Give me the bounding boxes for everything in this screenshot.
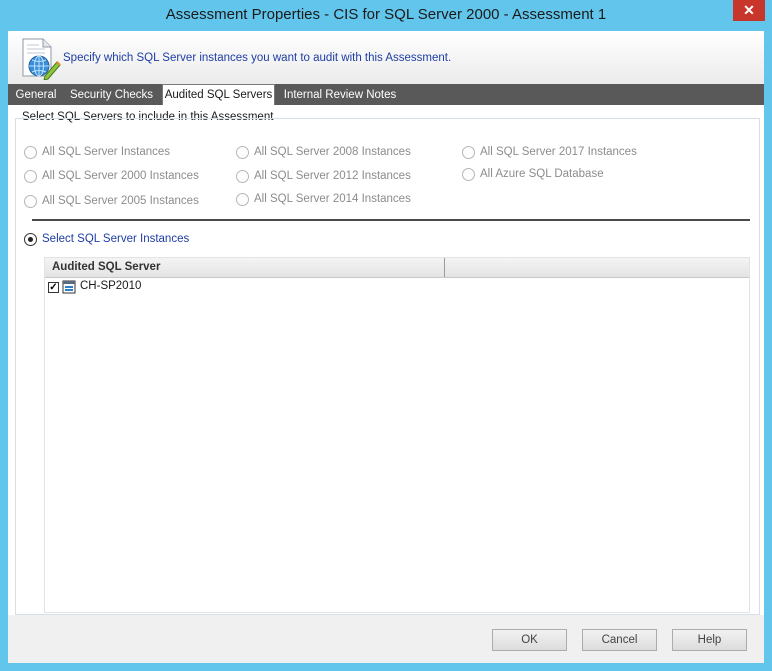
header-band: Specify which SQL Server instances you w… <box>8 31 764 84</box>
section-divider <box>32 219 750 221</box>
window-title: Assessment Properties - CIS for SQL Serv… <box>165 6 607 23</box>
radio-all-2012[interactable] <box>236 170 249 183</box>
radio-all-2000-label: All SQL Server 2000 Instances <box>42 170 199 182</box>
radio-all-2012-label: All SQL Server 2012 Instances <box>254 170 411 182</box>
radio-all-2005[interactable] <box>24 195 37 208</box>
column-separator[interactable] <box>444 258 445 277</box>
radio-all-2017[interactable] <box>462 146 475 159</box>
radio-all-2005-label: All SQL Server 2005 Instances <box>42 195 199 207</box>
close-icon: ✕ <box>743 2 755 18</box>
tab-internal-review-notes[interactable]: Internal Review Notes <box>279 86 401 105</box>
audited-sql-servers-page: Select SQL Servers to include in this As… <box>8 105 764 615</box>
radio-all-2008-label: All SQL Server 2008 Instances <box>254 146 411 158</box>
ok-button[interactable]: OK <box>492 629 567 651</box>
radio-all-instances[interactable] <box>24 146 37 159</box>
radio-all-2017-label: All SQL Server 2017 Instances <box>480 146 637 158</box>
radio-all-instances-label: All SQL Server Instances <box>42 146 171 158</box>
cancel-button[interactable]: Cancel <box>582 629 657 651</box>
dialog-footer: OK Cancel Help <box>8 617 764 663</box>
radio-all-azure[interactable] <box>462 168 475 181</box>
header-instruction: Specify which SQL Server instances you w… <box>63 52 452 64</box>
audited-servers-grid[interactable]: Audited SQL Server ✓ CH-SP2010 <box>44 257 750 613</box>
radio-all-2000[interactable] <box>24 170 37 183</box>
radio-all-2008[interactable] <box>236 146 249 159</box>
radio-all-2014-label: All SQL Server 2014 Instances <box>254 193 411 205</box>
radio-select-instances-label: Select SQL Server Instances <box>42 233 190 245</box>
dialog-client-area: Specify which SQL Server instances you w… <box>8 31 764 663</box>
server-name: CH-SP2010 <box>80 280 142 292</box>
table-row[interactable]: ✓ CH-SP2010 <box>45 279 749 297</box>
assessment-properties-window: Assessment Properties - CIS for SQL Serv… <box>0 0 772 671</box>
close-button[interactable]: ✕ <box>733 0 765 21</box>
grid-header: Audited SQL Server <box>45 258 749 278</box>
tab-audited-sql-servers[interactable]: Audited SQL Servers <box>162 84 275 105</box>
document-globe-pencil-icon <box>22 38 61 80</box>
help-button[interactable]: Help <box>672 629 747 651</box>
column-header-blank[interactable] <box>447 258 747 277</box>
radio-all-azure-label: All Azure SQL Database <box>480 168 604 180</box>
radio-select-instances[interactable] <box>24 233 37 246</box>
column-header-audited-sql-server[interactable]: Audited SQL Server <box>52 258 442 277</box>
sql-server-icon <box>62 280 76 294</box>
tab-general[interactable]: General <box>11 86 61 105</box>
tab-security-checks[interactable]: Security Checks <box>67 86 156 105</box>
row-checkbox[interactable]: ✓ <box>48 282 59 293</box>
tab-strip: General Security Checks Audited SQL Serv… <box>8 84 764 105</box>
title-bar[interactable]: Assessment Properties - CIS for SQL Serv… <box>0 0 772 31</box>
radio-all-2014[interactable] <box>236 193 249 206</box>
